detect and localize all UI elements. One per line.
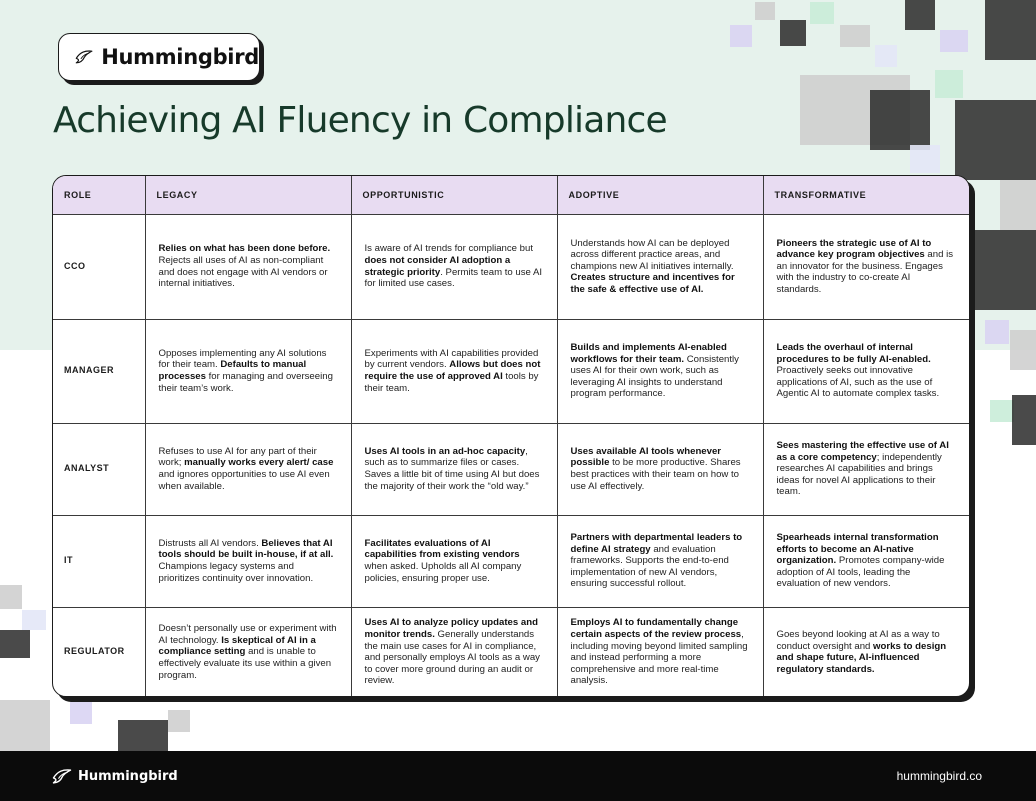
cell-transformative: Leads the overhaul of internal procedure… xyxy=(763,319,969,424)
decor-tile xyxy=(975,230,1036,310)
cell-legacy: Doesn’t personally use or experiment wit… xyxy=(145,607,352,696)
cell-opportunistic: Experiments with AI capabilities provide… xyxy=(351,319,558,424)
decor-tile xyxy=(780,20,806,46)
cell-opportunistic: Uses AI to analyze policy updates and mo… xyxy=(351,607,558,696)
cell-adoptive: Employs AI to fundamentally change certa… xyxy=(557,607,764,696)
cell-legacy: Relies on what has been done before. Rej… xyxy=(145,214,352,320)
cell-opportunistic: Uses AI tools in an ad-hoc capacity, suc… xyxy=(351,423,558,516)
decor-tile xyxy=(1010,330,1036,370)
cell-emphasis-text: Leads the overhaul of internal procedure… xyxy=(776,342,931,365)
cell-transformative: Goes beyond looking at AI as a way to co… xyxy=(763,607,969,696)
table-header-row: ROLE LEGACY OPPORTUNISTIC ADOPTIVE TRANS… xyxy=(53,176,969,215)
header-opportunistic: OPPORTUNISTIC xyxy=(351,176,558,215)
decor-tile xyxy=(22,610,46,630)
footer-brand-name: Hummingbird xyxy=(78,768,178,784)
header-adoptive: ADOPTIVE xyxy=(557,176,764,215)
decor-tile xyxy=(940,30,968,52)
cell-opportunistic: Is aware of AI trends for compliance but… xyxy=(351,214,558,320)
decor-tile xyxy=(1012,395,1036,445)
table-row-it: IT Distrusts all AI vendors. Believes th… xyxy=(53,515,969,608)
decor-tile xyxy=(985,320,1009,344)
cell-emphasis-text: Relies on what has been done before. xyxy=(158,243,331,255)
cell-text: Proactively seeks out innovative applica… xyxy=(776,365,940,400)
decor-tile xyxy=(910,145,940,173)
decor-tile xyxy=(0,700,50,751)
hummingbird-icon xyxy=(52,768,72,784)
decor-tile xyxy=(870,90,930,150)
decor-tile xyxy=(730,25,752,47)
table-row-analyst: ANALYST Refuses to use AI for any part o… xyxy=(53,423,969,516)
decor-tile xyxy=(810,2,834,24)
cell-emphasis-text: Employs AI to fundamentally change certa… xyxy=(570,617,742,641)
decor-tile xyxy=(70,700,92,724)
decor-tile xyxy=(0,630,30,658)
cell-transformative: Pioneers the strategic use of AI to adva… xyxy=(763,214,969,320)
header-legacy: LEGACY xyxy=(145,176,352,215)
decor-tile xyxy=(985,0,1036,60)
cell-text: Rejects all uses of AI as non-compliant … xyxy=(158,254,328,290)
cell-transformative: Spearheads internal transformation effor… xyxy=(763,515,969,608)
decor-tile xyxy=(168,710,190,732)
cell-emphasis-text: Uses AI tools in an ad-hoc capacity xyxy=(364,445,526,457)
footer-url-link[interactable]: hummingbird.co xyxy=(897,769,982,783)
decor-tile xyxy=(955,100,1036,180)
decor-tile xyxy=(875,45,897,67)
cell-text: Understands how AI can be deployed acros… xyxy=(570,237,734,272)
decor-tile xyxy=(1000,180,1036,230)
decor-tile xyxy=(0,585,22,609)
table-row-regulator: REGULATOR Doesn’t personally use or expe… xyxy=(53,607,969,696)
decor-tile xyxy=(905,0,935,30)
cell-emphasis-text: Facilitates evaluations of AI capabiliti… xyxy=(364,537,520,561)
table-row-cco: CCO Relies on what has been done before.… xyxy=(53,214,969,320)
footer: Hummingbird hummingbird.co xyxy=(0,751,1036,801)
header-role: ROLE xyxy=(53,176,146,215)
role-cell: CCO xyxy=(53,214,146,320)
cell-text: Distrusts all AI vendors. xyxy=(158,537,262,549)
decor-tile xyxy=(935,70,963,98)
header-transformative: TRANSFORMATIVE xyxy=(763,176,969,215)
decor-tile xyxy=(118,720,168,751)
role-cell: ANALYST xyxy=(53,423,146,516)
decor-tile xyxy=(840,25,870,47)
cell-adoptive: Partners with departmental leaders to de… xyxy=(557,515,764,608)
cell-text: when asked. Upholds all AI company polic… xyxy=(364,561,522,584)
cell-adoptive: Uses available AI tools whenever possibl… xyxy=(557,423,764,516)
cell-text: Is aware of AI trends for compliance but xyxy=(364,243,534,255)
brand-name: Hummingbird xyxy=(101,45,259,69)
cell-emphasis-text: Pioneers the strategic use of AI to adva… xyxy=(776,237,932,261)
fluency-table: ROLE LEGACY OPPORTUNISTIC ADOPTIVE TRANS… xyxy=(52,175,970,697)
footer-brand-logo[interactable]: Hummingbird xyxy=(52,768,178,785)
cell-legacy: Opposes implementing any AI solutions fo… xyxy=(145,319,352,424)
brand-logo[interactable]: Hummingbird xyxy=(58,33,260,81)
role-cell: REGULATOR xyxy=(53,607,146,696)
cell-adoptive: Builds and implements AI-enabled workflo… xyxy=(557,319,764,424)
role-cell: MANAGER xyxy=(53,319,146,424)
cell-legacy: Distrusts all AI vendors. Believes that … xyxy=(145,515,352,608)
cell-opportunistic: Facilitates evaluations of AI capabiliti… xyxy=(351,515,558,608)
table-row-manager: MANAGER Opposes implementing any AI solu… xyxy=(53,319,969,424)
cell-legacy: Refuses to use AI for any part of their … xyxy=(145,423,352,516)
cell-text: Champions legacy systems and prioritizes… xyxy=(158,561,314,584)
decor-tile xyxy=(755,2,775,20)
page-title: Achieving AI Fluency in Compliance xyxy=(53,100,668,141)
cell-transformative: Sees mastering the effective use of AI a… xyxy=(763,423,969,516)
decor-tile xyxy=(990,400,1014,422)
role-cell: IT xyxy=(53,515,146,608)
cell-emphasis-text: manually works every alert/ case xyxy=(184,457,334,469)
hummingbird-icon xyxy=(75,50,93,64)
cell-adoptive: Understands how AI can be deployed acros… xyxy=(557,214,764,320)
cell-emphasis-text: Creates structure and incentives for the… xyxy=(570,272,735,295)
cell-text: and ignores opportunities to use AI even… xyxy=(158,469,330,492)
